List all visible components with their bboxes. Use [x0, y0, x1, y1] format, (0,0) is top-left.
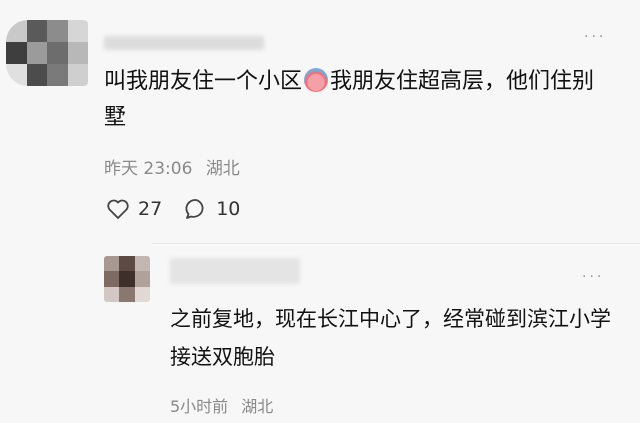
comment-more-button[interactable]: ···: [584, 30, 606, 44]
reply-location: 湖北: [241, 397, 274, 416]
reply-time: 5小时前: [170, 397, 229, 416]
like-count: 27: [138, 198, 163, 220]
comment-time: 昨天 23:06: [104, 159, 193, 179]
comment-text: 叫我朋友住一个小区 我朋友住超高层，他们住别墅: [104, 64, 614, 136]
commenter-avatar-pixelated[interactable]: [6, 20, 88, 86]
commenter-name-blurred[interactable]: [104, 36, 264, 50]
reply-text: 之前复地，现在长江中心了，经常碰到滨江小学接送双胞胎: [170, 307, 611, 369]
reply-button[interactable]: 10: [184, 198, 240, 220]
comment-text-part-1: 叫我朋友住一个小区: [104, 69, 303, 94]
reply-more-button[interactable]: ···: [582, 270, 604, 284]
replier-name-blurred[interactable]: [170, 258, 300, 284]
reply-divider: [152, 243, 640, 244]
comment-meta: 昨天 23:06 湖北: [104, 154, 248, 179]
reply-meta: 5小时前 湖北: [170, 393, 281, 417]
replier-avatar-pixelated[interactable]: [104, 256, 150, 302]
reply-count: 10: [216, 198, 241, 220]
speech-bubble-icon: [185, 199, 204, 219]
comment-actions: 27 10: [106, 198, 262, 220]
comment-location: 湖北: [205, 159, 240, 179]
piggy-face-emoji-icon: [304, 68, 329, 92]
like-button[interactable]: 27: [106, 198, 162, 220]
heart-outline-icon: [107, 199, 129, 219]
